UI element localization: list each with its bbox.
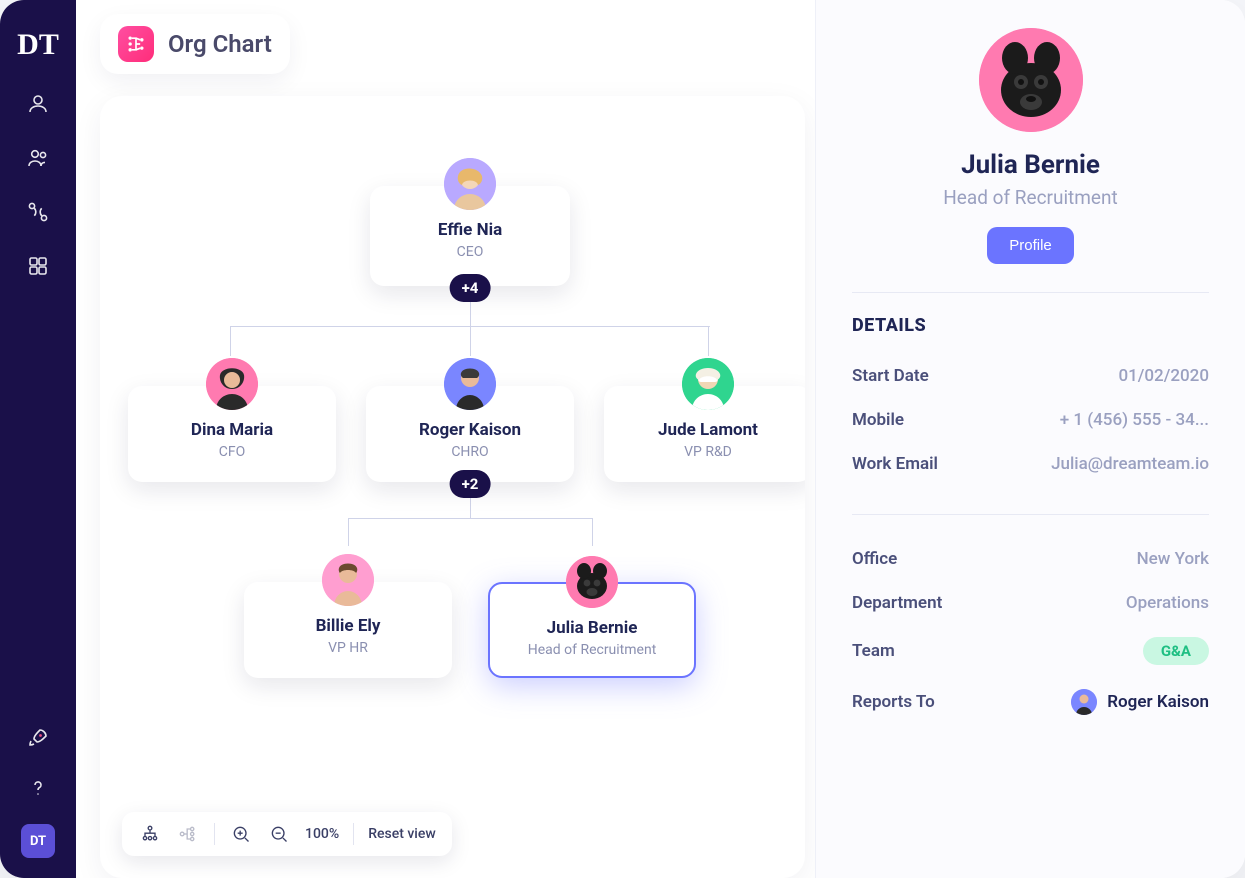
org-node[interactable]: Dina Maria CFO	[128, 386, 336, 482]
details-avatar	[979, 28, 1083, 132]
detail-value: Julia@dreamteam.io	[1051, 454, 1209, 474]
chart-toolbar: 100% Reset view	[122, 812, 452, 856]
detail-label: Office	[852, 549, 897, 569]
nav-people-icon[interactable]	[24, 144, 52, 172]
avatar	[444, 158, 496, 210]
org-chart-icon	[118, 26, 154, 62]
nav-help-icon[interactable]	[24, 774, 52, 802]
node-name: Dina Maria	[138, 420, 326, 440]
detail-row-email: Work Email Julia@dreamteam.io	[852, 442, 1209, 486]
avatar	[322, 554, 374, 606]
avatar	[1071, 689, 1097, 715]
layout-vertical-icon[interactable]	[138, 822, 162, 846]
detail-row-reports-to: Reports To Roger Kaison	[852, 677, 1209, 727]
org-node-root[interactable]: Effie Nia CEO +4	[370, 186, 570, 286]
org-node-selected[interactable]: Julia Bernie Head of Recruitment	[488, 582, 696, 678]
detail-row-office: Office New York	[852, 537, 1209, 581]
node-name: Billie Ely	[254, 616, 442, 636]
node-role: CFO	[138, 444, 326, 460]
org-chart-canvas[interactable]: Effie Nia CEO +4 Dina Maria CFO R	[100, 96, 805, 878]
sidebar-bottom: DT	[21, 724, 55, 858]
nav-workflow-icon[interactable]	[24, 198, 52, 226]
team-badge: G&A	[1143, 637, 1209, 665]
avatar	[206, 358, 258, 410]
app-logo: DT	[17, 28, 59, 62]
avatar	[444, 358, 496, 410]
node-name: Jude Lamont	[614, 420, 802, 440]
zoom-out-icon[interactable]	[267, 822, 291, 846]
nav-apps-icon[interactable]	[24, 252, 52, 280]
detail-row-start-date: Start Date 01/02/2020	[852, 354, 1209, 398]
reports-to-name: Roger Kaison	[1107, 692, 1209, 712]
node-name: Julia Bernie	[500, 618, 684, 638]
reset-view-button[interactable]: Reset view	[368, 826, 436, 842]
nav-rocket-icon[interactable]	[24, 724, 52, 752]
details-panel: Julia Bernie Head of Recruitment Profile…	[815, 0, 1245, 878]
org-node[interactable]: Jude Lamont VP R&D	[604, 386, 805, 482]
detail-value: + 1 (456) 555 - 34...	[1060, 410, 1209, 430]
node-role: VP HR	[254, 640, 442, 656]
node-role: CEO	[380, 244, 560, 260]
node-role: CHRO	[376, 444, 564, 460]
detail-label: Department	[852, 593, 942, 613]
child-count-badge[interactable]: +4	[450, 274, 491, 302]
detail-value: 01/02/2020	[1118, 366, 1209, 386]
detail-row-team: Team G&A	[852, 625, 1209, 677]
reports-to-value[interactable]: Roger Kaison	[1071, 689, 1209, 715]
sidebar-user-badge[interactable]: DT	[21, 824, 55, 858]
detail-label: Mobile	[852, 410, 904, 430]
page-header: Org Chart	[100, 14, 290, 74]
zoom-in-icon[interactable]	[229, 822, 253, 846]
detail-row-mobile: Mobile + 1 (456) 555 - 34...	[852, 398, 1209, 442]
zoom-level: 100%	[305, 826, 339, 842]
sidebar-nav	[24, 90, 52, 280]
divider	[852, 514, 1209, 515]
page-title: Org Chart	[168, 30, 272, 58]
detail-value: Operations	[1126, 593, 1209, 613]
layout-horizontal-icon[interactable]	[176, 822, 200, 846]
detail-label: Start Date	[852, 366, 929, 386]
details-name: Julia Bernie	[961, 150, 1100, 180]
profile-button[interactable]: Profile	[987, 227, 1074, 264]
detail-row-department: Department Operations	[852, 581, 1209, 625]
nav-profile-icon[interactable]	[24, 90, 52, 118]
separator	[353, 823, 354, 845]
detail-value: New York	[1137, 549, 1209, 569]
detail-label: Work Email	[852, 454, 938, 474]
avatar	[682, 358, 734, 410]
detail-label: Team	[852, 641, 895, 661]
app-root: DT DT	[0, 0, 1245, 878]
org-node[interactable]: Billie Ely VP HR	[244, 582, 452, 678]
separator	[214, 823, 215, 845]
details-role: Head of Recruitment	[943, 186, 1117, 209]
node-role: VP R&D	[614, 444, 802, 460]
avatar	[566, 556, 618, 608]
sidebar: DT DT	[0, 0, 76, 878]
detail-label: Reports To	[852, 692, 935, 712]
main: Org Chart Effie Nia	[76, 0, 815, 878]
divider	[852, 292, 1209, 293]
details-section-title: DETAILS	[852, 315, 926, 336]
org-node[interactable]: Roger Kaison CHRO +2	[366, 386, 574, 482]
node-role: Head of Recruitment	[500, 642, 684, 658]
child-count-badge[interactable]: +2	[450, 470, 491, 498]
node-name: Roger Kaison	[376, 420, 564, 440]
node-name: Effie Nia	[380, 220, 560, 240]
